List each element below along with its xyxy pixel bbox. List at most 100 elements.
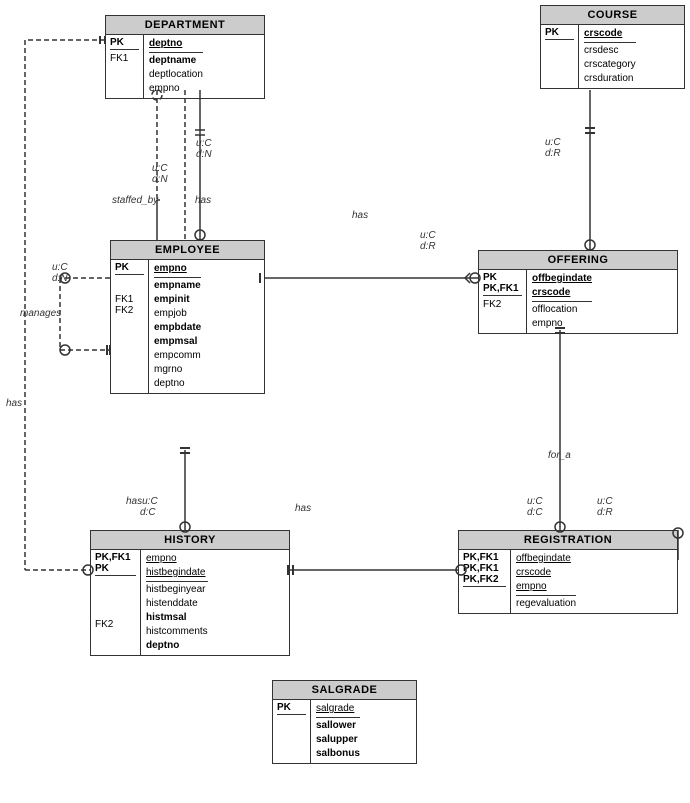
offering-pk-label: PK — [483, 272, 497, 283]
label-has-hist-reg: has — [295, 503, 311, 514]
employee-empinit: empinit — [154, 293, 201, 307]
course-crsdesc: crsdesc — [584, 44, 636, 58]
label-for-a: for_a — [548, 450, 571, 461]
label-uc-3: u:C — [52, 262, 68, 273]
offering-empno: empno — [532, 317, 592, 331]
history-histbeginyear: histbeginyear — [146, 583, 208, 597]
label-staffed-by: staffed_by — [112, 195, 158, 206]
registration-offbegindate: offbegindate — [516, 552, 576, 566]
label-has-dept-emp: has — [195, 195, 211, 206]
entity-offering: OFFERING PK PK,FK1 FK2 offbegindate crsc… — [478, 250, 678, 334]
history-histbegindate: histbegindate — [146, 566, 208, 580]
registration-crscode: crscode — [516, 566, 576, 580]
label-dn-3: d:N — [52, 273, 68, 284]
entity-registration: REGISTRATION PK,FK1 PK,FK1 PK,FK2 offbeg… — [458, 530, 678, 614]
employee-mgrno: mgrno — [154, 363, 201, 377]
department-deptname: deptname — [149, 54, 203, 68]
employee-pk-label: PK — [115, 262, 129, 273]
course-pk-col: PK — [541, 25, 579, 88]
salgrade-salbonus: salbonus — [316, 747, 360, 761]
salgrade-pk-label: PK — [277, 702, 291, 713]
offering-pk-col: PK PK,FK1 FK2 — [479, 270, 527, 333]
offering-offbegindate: offbegindate — [532, 272, 592, 286]
label-dr-course-off: d:R — [545, 148, 561, 159]
employee-empname: empname — [154, 279, 201, 293]
history-histenddate: histenddate — [146, 597, 208, 611]
offering-header: OFFERING — [479, 251, 677, 270]
label-uc-2: u:C — [196, 138, 212, 149]
course-attrs: crscode crsdesc crscategory crsduration — [579, 25, 641, 88]
history-attrs: empno histbegindate histbeginyear histen… — [141, 550, 213, 655]
label-uc-1: u:C — [152, 163, 168, 174]
label-dn-2: d:N — [196, 149, 212, 160]
salgrade-fk-placeholder — [277, 716, 306, 729]
label-uc-emp-off: u:C — [420, 230, 436, 241]
label-hasu-c: hasu:C — [126, 496, 158, 507]
department-empno: empno — [149, 82, 203, 96]
history-empno: empno — [146, 552, 208, 566]
employee-empjob: empjob — [154, 307, 201, 321]
department-header: DEPARTMENT — [106, 16, 264, 35]
employee-deptno: deptno — [154, 377, 201, 391]
label-uc-reg-right: u:C — [597, 496, 613, 507]
course-pk-label: PK — [545, 27, 559, 38]
salgrade-header: SALGRADE — [273, 681, 416, 700]
label-dn-1: d:N — [152, 174, 168, 185]
diagram-container: DEPARTMENT PK FK1 deptno deptname deptlo… — [0, 0, 690, 803]
entity-course: COURSE PK crscode crsdesc crscategory cr… — [540, 5, 685, 89]
employee-fk-labels: FK1 FK2 — [115, 276, 144, 316]
label-dr-emp-off: d:R — [420, 241, 436, 252]
entity-employee: EMPLOYEE PK FK1 FK2 empno empname empini… — [110, 240, 265, 394]
label-uc-course-off: u:C — [545, 137, 561, 148]
history-pk-label: PK — [95, 563, 109, 574]
employee-empbdate: empbdate — [154, 321, 201, 335]
salgrade-pk-col: PK — [273, 700, 311, 763]
employee-empcomm: empcomm — [154, 349, 201, 363]
salgrade-salgrade: salgrade — [316, 702, 360, 716]
label-has-emp-off: has — [352, 210, 368, 221]
course-fk-placeholder — [545, 41, 574, 54]
course-crscategory: crscategory — [584, 58, 636, 72]
department-deptno: deptno — [149, 37, 203, 51]
label-dc: d:C — [140, 507, 156, 518]
registration-attrs: offbegindate crscode empno regevaluation — [511, 550, 581, 613]
employee-pk-col: PK FK1 FK2 — [111, 260, 149, 393]
registration-header: REGISTRATION — [459, 531, 677, 550]
offering-fk2-label: FK2 — [483, 297, 522, 310]
registration-pk-fk1b-label: PK,FK1 — [463, 563, 499, 574]
registration-pk-fk2-label: PK,FK2 — [463, 574, 499, 585]
offering-pk-fk1-label: PK,FK1 — [483, 283, 519, 294]
registration-fk-placeholder — [463, 588, 506, 601]
label-dr-reg-right: d:R — [597, 507, 613, 518]
history-header: HISTORY — [91, 531, 289, 550]
department-attrs: deptno deptname deptlocation empno — [144, 35, 208, 98]
label-manages: manages — [20, 308, 61, 319]
registration-pk-fk1a-label: PK,FK1 — [463, 552, 499, 563]
registration-empno: empno — [516, 580, 576, 594]
course-crscode: crscode — [584, 27, 636, 41]
employee-attrs: empno empname empinit empjob empbdate em… — [149, 260, 206, 393]
history-pk-fk1-label: PK,FK1 — [95, 552, 131, 563]
label-uc-hist-reg: u:C — [527, 496, 543, 507]
entity-history: HISTORY PK,FK1 PK FK2 empno histbegindat… — [90, 530, 290, 656]
offering-crscode: crscode — [532, 286, 592, 300]
employee-empno: empno — [154, 262, 201, 276]
department-pk-col: PK FK1 — [106, 35, 144, 98]
course-crsduration: crsduration — [584, 72, 636, 86]
department-pk-label: PK — [110, 37, 124, 48]
registration-pk-col: PK,FK1 PK,FK1 PK,FK2 — [459, 550, 511, 613]
course-header: COURSE — [541, 6, 684, 25]
history-histcomments: histcomments — [146, 625, 208, 639]
history-fk2-label: FK2 — [95, 577, 136, 630]
label-dc-hist-reg: d:C — [527, 507, 543, 518]
registration-regevaluation: regevaluation — [516, 597, 576, 611]
offering-offlocation: offlocation — [532, 303, 592, 317]
department-deptlocation: deptlocation — [149, 68, 203, 82]
entity-department: DEPARTMENT PK FK1 deptno deptname deptlo… — [105, 15, 265, 99]
salgrade-sallower: sallower — [316, 719, 360, 733]
salgrade-salupper: salupper — [316, 733, 360, 747]
history-deptno: deptno — [146, 639, 208, 653]
department-fk-label: FK1 — [110, 51, 139, 64]
employee-header: EMPLOYEE — [111, 241, 264, 260]
employee-empmsal: empmsal — [154, 335, 201, 349]
